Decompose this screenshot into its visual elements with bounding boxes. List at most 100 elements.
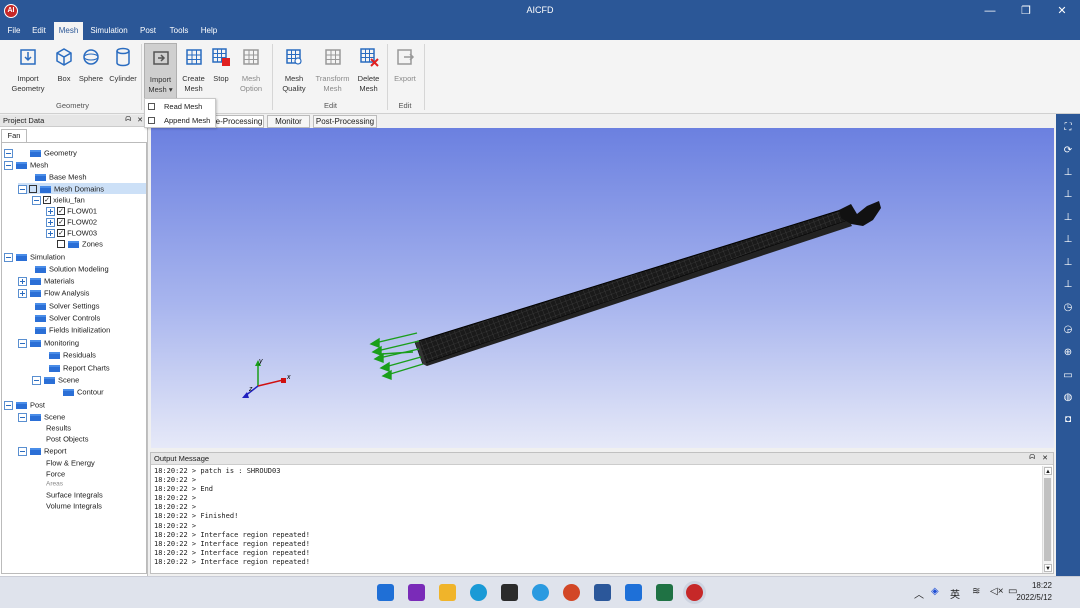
word-icon[interactable] — [594, 584, 611, 601]
tree-item-volume-integrals[interactable]: Volume Integrals — [46, 500, 102, 511]
view-plus-x-icon[interactable]: ⊥ — [1059, 164, 1077, 182]
view-plus-y-icon[interactable]: ⊥ — [1059, 209, 1077, 227]
expand-icon[interactable] — [46, 217, 55, 227]
close-panel-icon[interactable]: ✕ — [137, 116, 143, 124]
tab-fan[interactable]: Fan — [1, 129, 27, 142]
tree-item-mesh[interactable]: Mesh — [4, 159, 48, 170]
menu-file[interactable]: File — [3, 22, 25, 40]
delete-mesh-button[interactable]: Delete Mesh — [354, 46, 383, 102]
checkbox-checked[interactable]: ✓ — [57, 229, 65, 238]
scroll-down-icon[interactable]: ▼ — [1044, 564, 1052, 572]
wifi-icon[interactable]: ≋ — [972, 586, 980, 597]
pin-icon[interactable]: ᗣ — [1029, 454, 1035, 462]
tree-item-fields-initialization[interactable]: Fields Initialization — [32, 324, 110, 335]
tree-item-flow-energy[interactable]: Flow & Energy — [46, 457, 95, 468]
start-icon[interactable] — [377, 584, 394, 601]
restore-button[interactable]: ❐ — [1008, 0, 1044, 22]
tree-item-simulation[interactable]: Simulation — [4, 251, 65, 262]
collapse-icon[interactable] — [18, 446, 27, 456]
tree-item-zones[interactable]: Zones — [46, 238, 103, 249]
create-mesh-button[interactable]: Create Mesh — [180, 46, 207, 102]
export-button[interactable]: Export — [390, 46, 420, 102]
tab-monitor[interactable]: Monitor — [267, 115, 310, 128]
box-button[interactable]: Box — [52, 46, 76, 102]
app-icon[interactable] — [625, 584, 642, 601]
3d-viewport[interactable]: y x z — [151, 128, 1054, 448]
menu-post[interactable]: Post — [137, 22, 159, 40]
close-panel-icon[interactable]: ✕ — [1042, 454, 1048, 462]
menu-tools[interactable]: Tools — [166, 22, 192, 40]
import-geometry-button[interactable]: Import Geometry — [6, 46, 50, 102]
tray-chevron-icon[interactable]: ︿ — [914, 586, 924, 601]
collapse-icon[interactable] — [18, 338, 27, 348]
collapse-icon[interactable] — [4, 160, 13, 170]
view-plus-z-icon[interactable]: ⊥ — [1059, 254, 1077, 272]
collapse-icon[interactable] — [18, 184, 27, 194]
mesh-quality-button[interactable]: Mesh Quality — [278, 46, 310, 102]
checkbox[interactable] — [29, 185, 37, 194]
ruler-icon[interactable]: ▭ — [1059, 367, 1077, 385]
output-scrollbar[interactable]: ▲ ▼ — [1042, 466, 1052, 573]
tree-item-xieliu-fan[interactable]: ✓ xieliu_fan — [32, 194, 85, 205]
tree-item-results[interactable]: Results — [46, 422, 71, 433]
tree-item-contour[interactable]: Contour — [60, 386, 104, 397]
powerpoint-icon[interactable] — [563, 584, 580, 601]
clock-date[interactable]: 2022/5/12 — [1016, 593, 1052, 602]
menu-help[interactable]: Help — [198, 22, 220, 40]
expand-icon[interactable] — [46, 228, 55, 238]
volume-icon[interactable]: ◁× — [990, 586, 1004, 597]
menu-mesh[interactable]: Mesh — [54, 22, 83, 40]
palette-icon[interactable]: ◍ — [1059, 389, 1077, 407]
pin-icon[interactable]: ᗣ — [125, 116, 131, 124]
checkbox-checked[interactable]: ✓ — [43, 196, 51, 205]
tree-item-materials[interactable]: Materials — [18, 275, 74, 286]
tray-language[interactable]: 英 — [950, 586, 960, 601]
scroll-thumb[interactable] — [1044, 478, 1051, 561]
tab-pre-processing[interactable]: e-Processing — [214, 115, 264, 128]
checkbox-checked[interactable]: ✓ — [57, 207, 65, 216]
collapse-icon[interactable] — [4, 400, 13, 410]
collapse-icon[interactable] — [18, 412, 27, 422]
checkbox[interactable] — [57, 240, 65, 249]
edge-icon[interactable] — [470, 584, 487, 601]
tab-post-processing[interactable]: Post-Processing — [313, 115, 377, 128]
rotate-90-icon[interactable]: ◷ — [1059, 299, 1077, 317]
mesh-option-button[interactable]: Mesh Option — [236, 46, 266, 102]
zoom-icon[interactable]: ⊕ — [1059, 344, 1077, 362]
aicfd-taskbar-icon[interactable] — [686, 584, 703, 601]
excel-icon[interactable] — [656, 584, 673, 601]
onenote-icon[interactable] — [408, 584, 425, 601]
file-explorer-icon[interactable] — [439, 584, 456, 601]
tree-item-solution-modeling[interactable]: Solution Modeling — [32, 263, 109, 274]
tree-item-flow-analysis[interactable]: Flow Analysis — [18, 287, 89, 298]
tree-item-post-scene[interactable]: Scene — [18, 411, 65, 422]
tree-item-monitoring[interactable]: Monitoring — [18, 337, 79, 348]
collapse-icon[interactable] — [32, 195, 41, 205]
tree-item-flow02[interactable]: ✓ FLOW02 — [46, 216, 97, 227]
tree-item-report-charts[interactable]: Report Charts — [46, 362, 110, 373]
fit-view-icon[interactable]: ⛶ — [1059, 119, 1077, 137]
stop-button[interactable]: Stop — [209, 46, 233, 102]
rotate-minus-90-icon[interactable]: ◶ — [1059, 321, 1077, 339]
menu-edit[interactable]: Edit — [28, 22, 50, 40]
rotate-view-icon[interactable]: ⟳ — [1059, 142, 1077, 160]
sphere-button[interactable]: Sphere — [77, 46, 105, 102]
security-icon[interactable] — [501, 584, 518, 601]
expand-icon[interactable] — [18, 288, 27, 298]
tree-item-residuals[interactable]: Residuals — [46, 349, 96, 360]
collapse-icon[interactable] — [32, 375, 41, 385]
expand-icon[interactable] — [18, 276, 27, 286]
tree-item-geometry[interactable]: Geometry — [4, 147, 77, 158]
minimize-button[interactable]: — — [972, 0, 1008, 22]
checkbox-checked[interactable]: ✓ — [57, 218, 65, 227]
tree-item-flow01[interactable]: ✓ FLOW01 — [46, 205, 97, 216]
append-mesh-menu-item[interactable]: Append Mesh — [145, 114, 215, 127]
import-mesh-button[interactable]: Import Mesh ▾ — [144, 43, 177, 101]
tree-item-solver-settings[interactable]: Solver Settings — [32, 300, 99, 311]
tree-item-mesh-domains[interactable]: Mesh Domains — [18, 183, 146, 194]
scroll-up-icon[interactable]: ▲ — [1044, 467, 1052, 475]
clock-time[interactable]: 18:22 — [1032, 581, 1052, 590]
close-button[interactable]: ✕ — [1044, 0, 1080, 22]
tree-item-surface-integrals[interactable]: Surface Integrals — [46, 489, 103, 500]
tree-item-report[interactable]: Report — [18, 445, 67, 456]
